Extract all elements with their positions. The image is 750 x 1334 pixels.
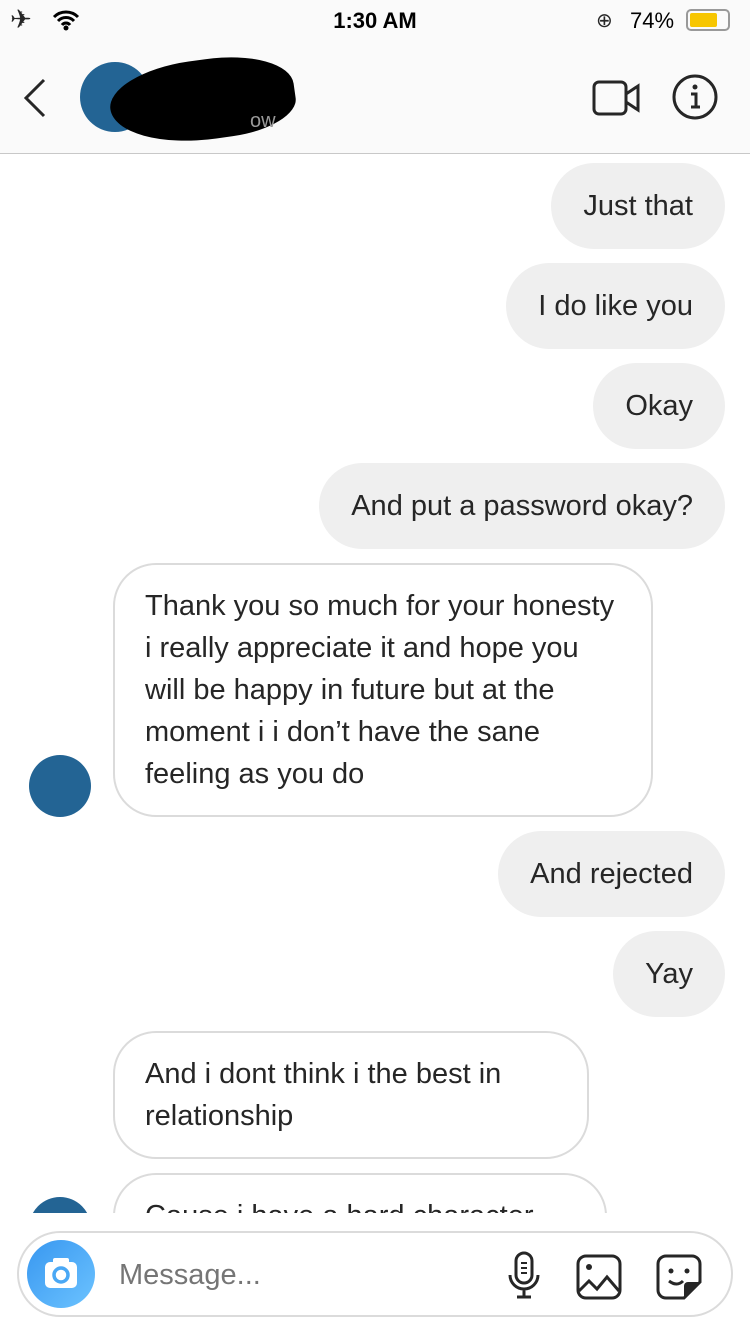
camera-icon	[45, 1258, 77, 1288]
status-bar: ✈ 1:30 AM ⊕ 74%	[0, 0, 750, 40]
sender-avatar[interactable]	[29, 755, 91, 817]
received-message[interactable]: Cause i have a hard character	[113, 1173, 607, 1213]
received-message[interactable]: Thank you so much for your honesty i rea…	[113, 563, 653, 817]
redacted-name-scribble	[105, 47, 300, 153]
message-thread[interactable]: Just that I do like you Okay And put a p…	[0, 154, 750, 1213]
sent-message[interactable]: And rejected	[498, 831, 725, 917]
sticker-icon[interactable]	[655, 1253, 703, 1301]
chat-header: ow	[0, 40, 750, 154]
message-composer	[17, 1231, 733, 1317]
battery-percent: 74%	[630, 8, 675, 33]
info-icon[interactable]	[671, 73, 719, 121]
sent-message[interactable]: I do like you	[506, 263, 725, 349]
gallery-icon[interactable]	[575, 1253, 623, 1301]
microphone-icon[interactable]	[504, 1251, 544, 1301]
sender-avatar[interactable]	[29, 1197, 91, 1213]
sent-message[interactable]: Okay	[593, 363, 725, 449]
rotation-lock-icon: ⊕	[596, 10, 613, 32]
sent-message[interactable]: Yay	[613, 931, 725, 1017]
back-icon[interactable]	[22, 78, 48, 118]
sent-message[interactable]: And put a password okay?	[319, 463, 725, 549]
active-status: ow	[250, 110, 276, 132]
battery-icon	[686, 9, 730, 31]
received-message[interactable]: And i dont think i the best in relations…	[113, 1031, 589, 1159]
camera-button[interactable]	[27, 1240, 95, 1308]
message-input[interactable]	[119, 1253, 489, 1297]
video-call-icon[interactable]	[592, 78, 642, 118]
sent-message[interactable]: Just that	[551, 163, 725, 249]
